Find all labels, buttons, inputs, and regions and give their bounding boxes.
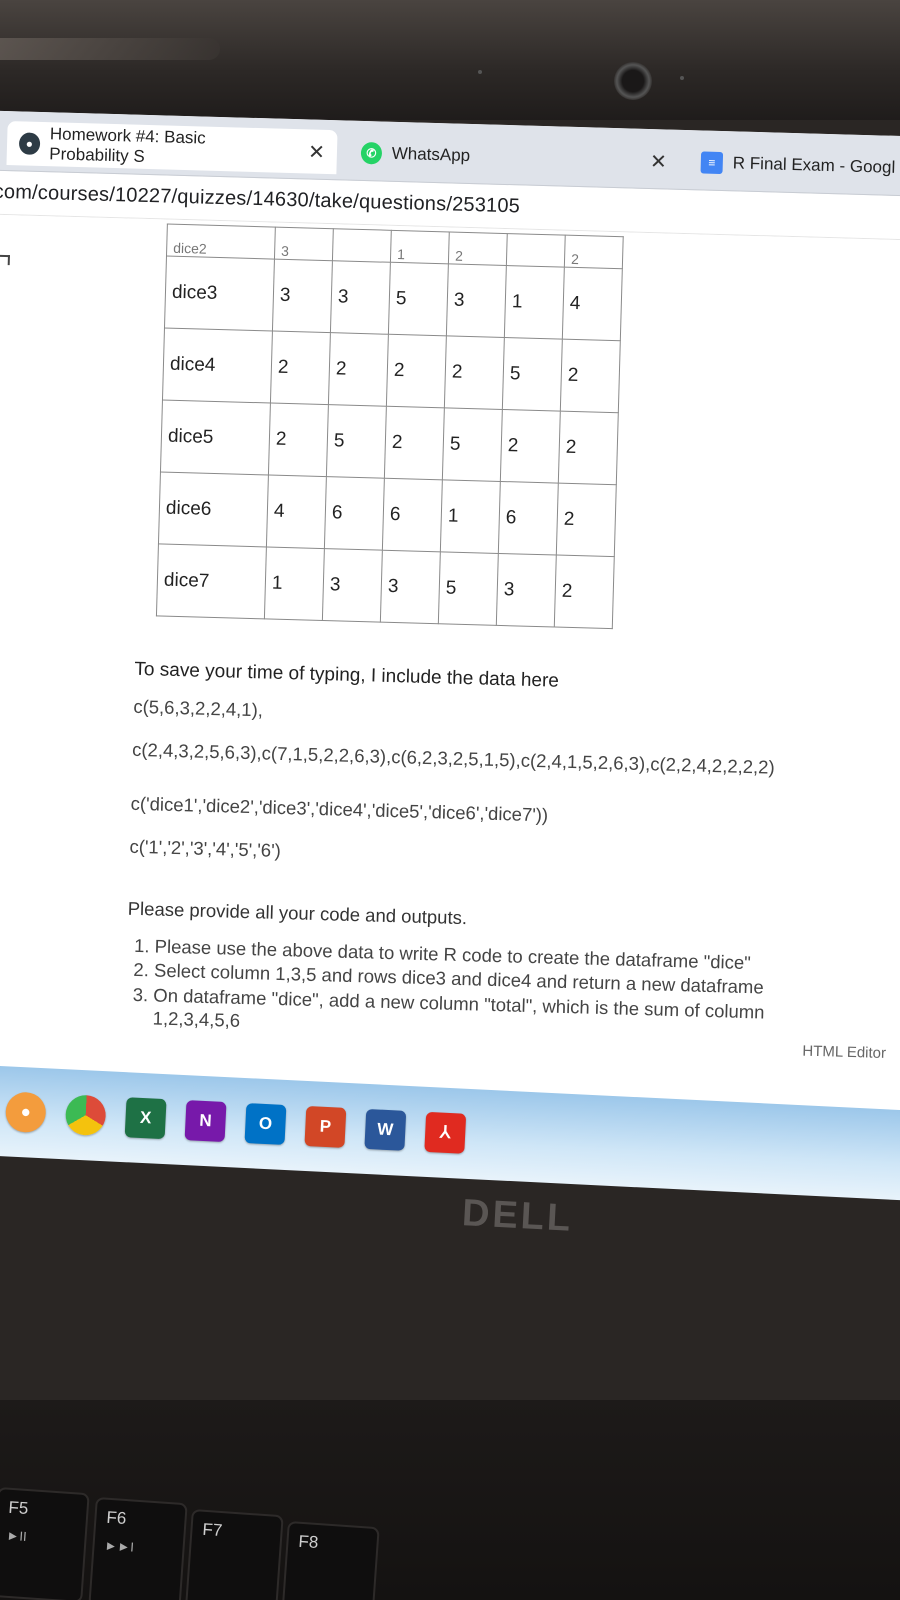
table-cell: 2 xyxy=(384,406,445,480)
tab-label: WhatsApp xyxy=(391,143,471,165)
table-cell: 3 xyxy=(446,263,507,338)
table-cell: 3 xyxy=(322,548,383,623)
table-cell: 2 xyxy=(268,403,329,477)
dell-logo: DELL xyxy=(461,1192,575,1240)
key-f6[interactable]: F6 ►►I xyxy=(88,1496,188,1600)
row-name: dice5 xyxy=(160,399,271,475)
table-cell: 5 xyxy=(326,404,387,479)
table-row: dice5 2 5 2 5 2 2 xyxy=(160,399,619,485)
acrobat-icon[interactable]: ⅄ xyxy=(424,1111,467,1154)
tab-label: R Final Exam - Googl xyxy=(732,153,896,177)
intro-text: To save your time of typing, I include t… xyxy=(134,658,560,692)
table-cell: 5 xyxy=(502,337,563,412)
table-cell: 2 xyxy=(444,335,505,410)
table-cell: 2 xyxy=(558,411,619,485)
table-cell: 3 xyxy=(380,550,441,624)
whatsapp-icon: ✆ xyxy=(360,141,383,165)
key-f5[interactable]: F5 ►II xyxy=(0,1486,90,1600)
row-name: dice6 xyxy=(158,471,269,547)
table-cell: 2 xyxy=(328,332,389,407)
close-icon[interactable]: ✕ xyxy=(650,149,667,174)
table-cell xyxy=(506,233,566,268)
sensor-dot xyxy=(478,70,482,74)
row-name: dice7 xyxy=(156,543,267,619)
sidebar-edge xyxy=(0,254,10,258)
table-cell: 6 xyxy=(324,476,385,551)
sensor-dot xyxy=(680,76,684,80)
code-line: c(2,4,3,2,5,6,3),c(7,1,5,2,2,6,3),c(6,2,… xyxy=(131,738,775,778)
table-cell: 5 xyxy=(438,551,499,626)
table-cell: 6 xyxy=(382,478,443,552)
onenote-icon[interactable]: N xyxy=(184,1100,227,1143)
table-cell: 2 xyxy=(560,339,621,413)
app-icon[interactable]: ● xyxy=(4,1091,47,1134)
table-cell: 5 xyxy=(388,262,449,336)
tab-homework[interactable]: ● Homework #4: Basic Probability S ✕ xyxy=(6,121,338,175)
canvas-icon: ● xyxy=(18,132,40,155)
code-line: c('dice1','dice2','dice3','dice4','dice5… xyxy=(130,793,549,826)
table-cell: 4 xyxy=(266,474,327,549)
dice-table: dice2 3 1 2 2 dice3 3 3 5 3 1 4 dice4 2 … xyxy=(156,224,624,630)
tab-r-final-exam[interactable]: ≡ R Final Exam - Googl xyxy=(688,140,900,192)
key-label: F8 xyxy=(297,1531,320,1553)
table-cell: 3 xyxy=(272,259,333,333)
word-icon[interactable]: W xyxy=(364,1108,407,1151)
key-label: F7 xyxy=(201,1519,224,1541)
table-cell: 6 xyxy=(498,481,559,556)
table-cell: 1 xyxy=(390,230,450,264)
tab-label: Homework #4: Basic Probability S xyxy=(49,124,206,166)
table-cell: 3 xyxy=(330,260,391,335)
row-name: dice4 xyxy=(162,328,273,404)
table-cell: 2 xyxy=(556,483,617,557)
html-editor-link[interactable]: HTML Editor xyxy=(802,1043,886,1062)
table-cell: 2 xyxy=(554,555,615,629)
table-cell: 1 xyxy=(504,265,565,340)
table-row: dice4 2 2 2 2 5 2 xyxy=(162,328,621,413)
excel-icon[interactable]: X xyxy=(124,1097,167,1140)
tab-whatsapp[interactable]: ✆ WhatsApp ✕ xyxy=(348,131,679,184)
browser-window: ● Homework #4: Basic Probability S ✕ ✆ W… xyxy=(0,110,900,1137)
close-icon[interactable]: ✕ xyxy=(308,139,325,164)
key-f8[interactable]: F8 xyxy=(280,1520,380,1600)
table-cell: 5 xyxy=(442,407,503,482)
table-cell: 4 xyxy=(562,267,623,341)
play-pause-icon: ►II xyxy=(6,1527,28,1545)
laptop-bezel xyxy=(0,0,900,120)
webcam-icon xyxy=(614,62,652,100)
outlook-icon[interactable]: O xyxy=(244,1103,287,1145)
row-name: dice2 xyxy=(166,224,276,260)
key-label: F6 xyxy=(105,1507,128,1529)
powerpoint-icon[interactable]: P xyxy=(304,1105,347,1148)
google-forms-icon: ≡ xyxy=(700,151,724,175)
key-label: F5 xyxy=(7,1497,30,1519)
quiz-page: dice2 3 1 2 2 dice3 3 3 5 3 1 4 dice4 2 … xyxy=(0,213,900,1101)
next-track-icon: ►►I xyxy=(104,1537,135,1555)
bezel-glare xyxy=(0,38,220,60)
table-cell: 2 xyxy=(386,334,447,408)
table-row: dice6 4 6 6 1 6 2 xyxy=(158,471,617,557)
question-body: To save your time of typing, I include t… xyxy=(124,659,854,1049)
table-cell: 2 xyxy=(448,231,508,266)
row-name: dice3 xyxy=(164,256,275,332)
chrome-icon[interactable] xyxy=(64,1094,107,1137)
table-cell: 2 xyxy=(500,409,561,484)
table-cell: 1 xyxy=(440,479,501,554)
table-cell: 3 xyxy=(274,227,334,261)
table-cell: 2 xyxy=(564,235,624,269)
table-cell xyxy=(332,228,392,263)
table-cell: 2 xyxy=(270,331,331,405)
table-row: dice7 1 3 3 5 3 2 xyxy=(156,543,615,629)
url-text: com/courses/10227/quizzes/14630/take/que… xyxy=(0,180,521,218)
table-row: dice3 3 3 5 3 1 4 xyxy=(164,256,623,341)
code-line: c('1','2','3','4','5','6') xyxy=(129,835,282,861)
table-cell: 1 xyxy=(264,546,325,621)
table-cell: 3 xyxy=(496,553,557,628)
code-line: c(5,6,3,2,2,4,1), xyxy=(133,695,264,721)
key-f7[interactable]: F7 xyxy=(184,1508,284,1600)
